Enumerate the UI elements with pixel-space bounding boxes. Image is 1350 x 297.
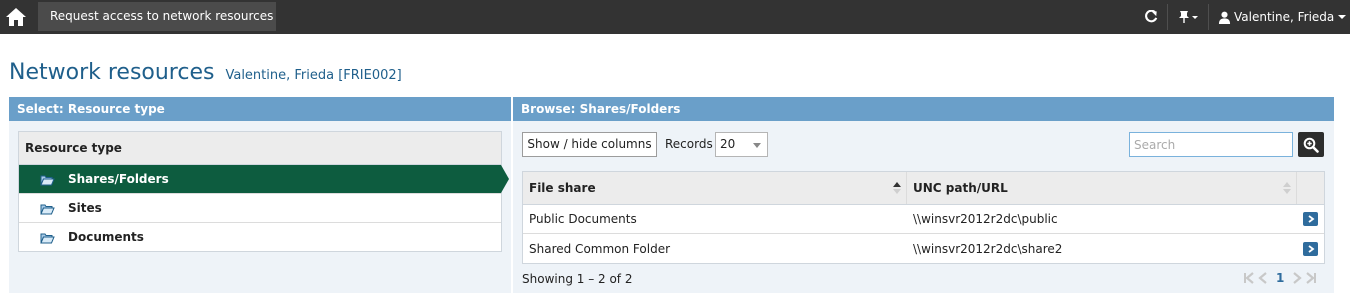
pushpin-icon [1179,11,1198,23]
user-icon [1218,11,1231,24]
resource-type-item-sites[interactable]: Sites [19,194,501,223]
column-header-actions [1297,172,1324,204]
folder-open-icon [40,204,55,215]
records-value: 20 [720,137,736,151]
divider [1208,4,1209,30]
search-input[interactable] [1129,132,1293,157]
records-select[interactable]: 20 [715,132,768,157]
browse-panel: Browse: Shares/Folders Show / hide colum… [513,97,1334,293]
column-label: UNC path/URL [913,181,1008,195]
table-row[interactable]: Public Documents \\winsvr2012r2dc\public [523,205,1324,234]
item-label: Shares/Folders [68,172,169,186]
folder-open-icon [40,233,55,244]
panel-header: Browse: Shares/Folders [513,97,1334,121]
home-icon[interactable] [4,5,28,29]
chevron-down-icon [753,143,761,148]
sort-icon [1283,182,1291,194]
last-page-icon[interactable] [1305,272,1317,284]
resource-type-item-documents[interactable]: Documents [19,223,501,252]
resource-type-list: Resource type Shares/Folders Sites Docum… [18,131,509,252]
showing-records-text: Showing 1 – 2 of 2 [522,272,633,286]
resource-type-item-shares-folders[interactable]: Shares/Folders [19,165,509,194]
user-menu[interactable]: Valentine, Frieda [1218,0,1347,34]
records-label: Records [665,137,713,151]
file-share-cell: Public Documents [529,212,637,226]
search-button[interactable] [1298,132,1324,157]
panel-header: Select: Resource type [9,97,511,121]
previous-page-icon[interactable] [1258,272,1268,284]
column-header-unc-path[interactable]: UNC path/URL [907,172,1297,204]
item-label: Sites [68,201,102,215]
next-page-icon[interactable] [1292,272,1303,284]
table-header: File share UNC path/URL [523,172,1324,205]
column-header-file-share[interactable]: File share [523,172,907,204]
top-navigation-bar: Request access to network resources Vale… [0,0,1350,34]
file-share-cell: Shared Common Folder [529,241,671,256]
page-title-text: Network resources [9,60,215,85]
show-hide-columns-button[interactable]: Show / hide columns [522,132,657,157]
chevron-right-icon[interactable] [1303,212,1318,226]
refresh-icon[interactable] [1140,0,1162,34]
column-label: File share [529,181,596,195]
divider [1167,4,1168,30]
folder-open-icon [40,175,55,186]
resource-type-panel: Select: Resource type Resource type Shar… [9,97,511,293]
chevron-down-icon [1338,15,1347,19]
zoom-in-icon [1303,137,1319,153]
unc-path-cell: \\winsvr2012r2dc\share2 [913,241,1063,256]
first-page-icon[interactable] [1243,272,1255,284]
current-page[interactable]: 1 [1276,271,1284,285]
pushpin-dropdown[interactable] [1174,0,1202,34]
pagination: 1 [1243,271,1317,285]
chevron-right-icon[interactable] [1303,241,1318,256]
active-tab[interactable]: Request access to network resources [38,2,276,31]
item-label: Documents [68,230,144,244]
page-title: Network resources Valentine, Frieda [FRI… [9,60,402,85]
table-row[interactable]: Shared Common Folder \\winsvr2012r2dc\sh… [523,234,1324,263]
sort-ascending-icon [893,182,901,194]
unc-path-cell: \\winsvr2012r2dc\public [913,212,1058,226]
user-name: Valentine, Frieda [1234,10,1335,24]
page-subtitle: Valentine, Frieda [FRIE002] [225,68,402,83]
file-share-table: File share UNC path/URL Public Documents… [522,171,1325,264]
list-header: Resource type [19,132,501,165]
